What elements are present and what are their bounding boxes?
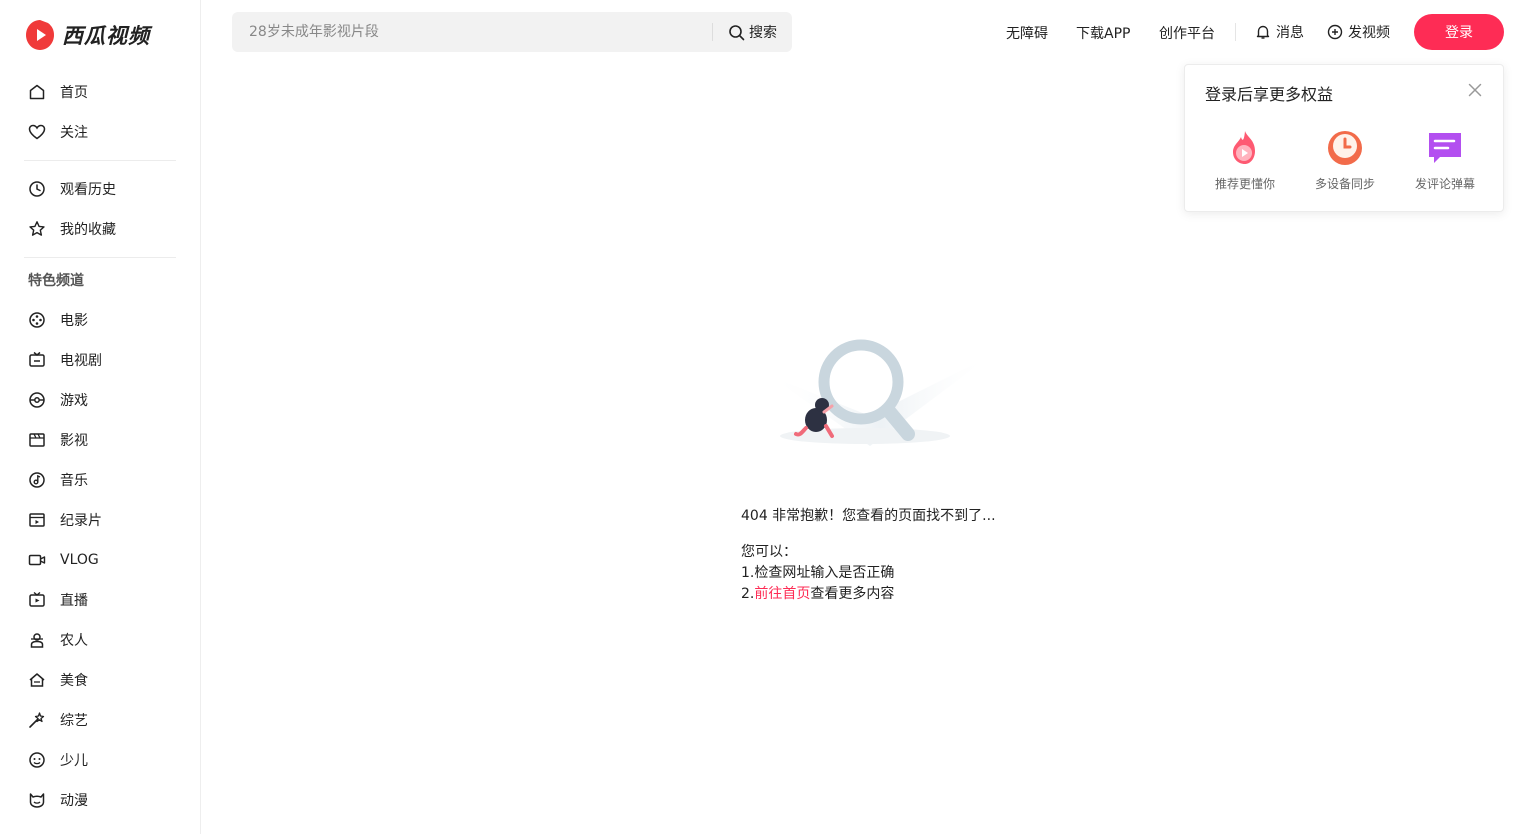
tv-icon	[28, 351, 46, 369]
gamepad-icon	[28, 391, 46, 409]
farmer-icon	[28, 631, 46, 649]
sidebar-item-label: 首页	[60, 85, 88, 101]
download-app-link[interactable]: 下载APP	[1076, 23, 1130, 43]
clapperboard-icon	[28, 431, 46, 449]
benefit-item: 发评论弹幕	[1395, 129, 1495, 192]
search-button-label: 搜索	[749, 25, 777, 41]
sidebar-item-documentary[interactable]: 纪录片	[24, 500, 176, 540]
sidebar-item-label: 纪录片	[60, 513, 102, 529]
kids-face-icon	[28, 751, 46, 769]
nav-primary: 首页 关注 观看历史 我的收藏 特色频道 电影 电视剧 游戏 影视 音乐 纪录片…	[24, 72, 176, 820]
sidebar-item-music[interactable]: 音乐	[24, 460, 176, 500]
sidebar-item-farmer[interactable]: 农人	[24, 620, 176, 660]
sidebar-divider	[24, 160, 176, 161]
sidebar-item-label: 我的收藏	[60, 222, 116, 238]
sidebar-item-label: 农人	[60, 633, 88, 649]
benefit-label: 推荐更懂你	[1214, 177, 1275, 191]
documentary-icon	[28, 511, 46, 529]
sidebar-item-kids[interactable]: 少儿	[24, 740, 176, 780]
logo-icon	[26, 20, 54, 50]
sidebar-divider	[24, 257, 176, 258]
creator-platform-link[interactable]: 创作平台	[1159, 23, 1215, 43]
benefit-item: 多设备同步	[1295, 129, 1395, 192]
comment-icon	[1429, 133, 1461, 163]
suggest-intro: 您可以：	[741, 544, 797, 560]
logo[interactable]: 西瓜视频	[24, 18, 150, 52]
sidebar-item-tv-series[interactable]: 电视剧	[24, 340, 176, 380]
sidebar-section-title: 特色频道	[28, 273, 84, 289]
suggest-item-2: 2.前往首页查看更多内容	[741, 584, 894, 605]
live-tv-icon	[28, 591, 46, 609]
sidebar-item-label: 直播	[60, 593, 88, 609]
go-home-link[interactable]: 前往首页	[754, 586, 810, 602]
close-icon[interactable]	[1467, 82, 1483, 98]
login-button[interactable]: 登录	[1414, 14, 1504, 50]
sidebar-item-label: 游戏	[60, 393, 88, 409]
channel-list: 电影 电视剧 游戏 影视 音乐 纪录片 VLOG 直播 农人 美食 综艺 少儿 …	[24, 300, 176, 820]
sidebar-item-label: 影视	[60, 433, 88, 449]
sidebar-item-home[interactable]: 首页	[24, 72, 176, 112]
sidebar-item-label: 动漫	[60, 793, 88, 809]
sidebar-item-vlog[interactable]: VLOG	[24, 540, 176, 580]
upload-video-button[interactable]: 发视频	[1327, 22, 1390, 42]
accessibility-link[interactable]: 无障碍	[1006, 23, 1048, 43]
sidebar-item-film-tv[interactable]: 影视	[24, 420, 176, 460]
food-icon	[28, 671, 46, 689]
messages-label: 消息	[1276, 25, 1304, 41]
error-title: 404 非常抱歉！您查看的页面找不到了...	[741, 508, 996, 524]
messages-button[interactable]: 消息	[1255, 22, 1304, 42]
sidebar-item-label: 电影	[60, 313, 88, 329]
login-benefits-popover: 登录后享更多权益 推荐更懂你 多设备同步 发评论弹幕	[1184, 64, 1504, 212]
sidebar-item-food[interactable]: 美食	[24, 660, 176, 700]
sidebar-item-follow[interactable]: 关注	[24, 112, 176, 152]
sidebar-item-favorites[interactable]: 我的收藏	[24, 209, 176, 249]
logo-text: 西瓜视频	[62, 24, 150, 48]
upload-video-label: 发视频	[1348, 25, 1390, 41]
sidebar-item-label: VLOG	[60, 552, 99, 568]
popover-title: 登录后享更多权益	[1205, 85, 1334, 104]
sidebar-item-game[interactable]: 游戏	[24, 380, 176, 420]
header-divider	[1235, 23, 1236, 41]
search-icon	[729, 24, 745, 40]
sidebar-item-label: 音乐	[60, 473, 88, 489]
clock-icon	[28, 180, 46, 198]
music-icon	[28, 471, 46, 489]
search-bar: 搜索	[232, 12, 792, 52]
sidebar-item-movie[interactable]: 电影	[24, 300, 176, 340]
suggest-item-1: 1.检查网址输入是否正确	[741, 565, 895, 581]
search-input[interactable]	[232, 12, 712, 52]
film-reel-icon	[28, 311, 46, 329]
bell-icon	[1256, 25, 1270, 39]
search-button[interactable]: 搜索	[713, 12, 792, 52]
star-icon	[28, 220, 46, 238]
camera-icon	[28, 551, 46, 569]
sidebar-item-label: 美食	[60, 673, 88, 689]
sidebar-item-label: 关注	[60, 125, 88, 141]
benefit-label: 发评论弹幕	[1414, 177, 1475, 191]
suggest-item-2-suffix: 查看更多内容	[810, 586, 895, 602]
sidebar-item-label: 少儿	[60, 753, 88, 769]
heart-icon	[28, 123, 46, 141]
sidebar-item-history[interactable]: 观看历史	[24, 169, 176, 209]
benefit-item: 推荐更懂你	[1195, 129, 1295, 192]
flame-play-icon	[1233, 131, 1255, 164]
benefit-list: 推荐更懂你 多设备同步 发评论弹幕	[1195, 129, 1495, 192]
anime-face-icon	[28, 791, 46, 809]
benefit-label: 多设备同步	[1314, 177, 1375, 191]
suggest-item-2-prefix: 2.	[741, 586, 755, 602]
sidebar-item-label: 观看历史	[60, 182, 116, 198]
sidebar-item-label: 电视剧	[60, 353, 102, 369]
sidebar-item-variety[interactable]: 综艺	[24, 700, 176, 740]
plus-circle-icon	[1327, 24, 1343, 40]
not-found-illustration	[770, 339, 990, 446]
sidebar-item-anime[interactable]: 动漫	[24, 780, 176, 820]
sidebar: 西瓜视频 首页 关注 观看历史 我的收藏 特色频道 电影 电视剧 游戏 影视 音…	[0, 0, 201, 834]
magic-wand-icon	[28, 711, 46, 729]
error-suggestions: 您可以： 1.检查网址输入是否正确 2.前往首页查看更多内容	[741, 542, 894, 605]
sidebar-item-live[interactable]: 直播	[24, 580, 176, 620]
sync-clock-icon	[1328, 131, 1362, 165]
sidebar-item-label: 综艺	[60, 713, 88, 729]
home-icon	[28, 83, 46, 101]
